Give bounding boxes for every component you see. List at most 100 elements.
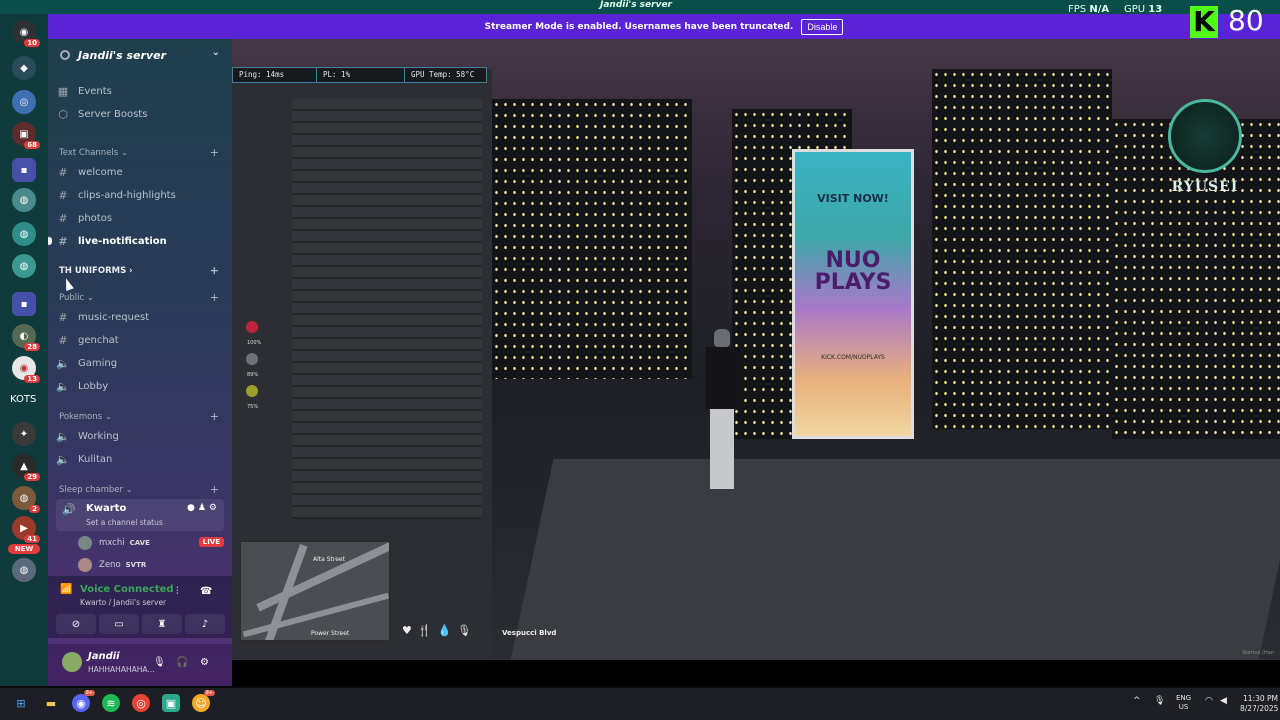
gear-icon[interactable]: ⚙	[200, 657, 209, 668]
wifi-icon[interactable]: ◠	[1205, 696, 1213, 706]
avatar[interactable]	[62, 652, 82, 672]
game-viewport[interactable]: VISIT NOW! NUO PLAYS KICK.COM/NUOPLAYS R…	[232, 39, 1280, 660]
health-level: 100%	[247, 340, 262, 346]
rooftop-ledge	[510, 459, 1280, 660]
add-channel-icon[interactable]: +	[210, 264, 219, 277]
ping-readout: Ping: 14ms	[233, 68, 317, 82]
voice-channel-working[interactable]: 🔈 Working	[56, 426, 224, 446]
app-icon[interactable]: ▣	[162, 694, 180, 712]
user-tag: CAVE	[129, 539, 150, 547]
soundboard-button[interactable]: ♪	[185, 614, 225, 634]
channel-welcome[interactable]: # welcome	[56, 162, 224, 182]
screen-share-button[interactable]: ▭	[99, 614, 139, 634]
channel-status-prompt[interactable]: Set a channel status	[86, 518, 163, 527]
voice-channel-gaming[interactable]: 🔈 Gaming	[56, 353, 224, 373]
language-indicator[interactable]: ENG US	[1176, 694, 1191, 712]
server-name: Jandii's server	[78, 48, 166, 62]
category-sleep-chamber[interactable]: Sleep chamber ⌄ +	[59, 483, 219, 497]
sidebar-item-events[interactable]: ▦ Events	[56, 81, 224, 101]
server-icon[interactable]: ◍	[12, 254, 36, 278]
sidebar-item-server-boosts[interactable]: ⬡ Server Boosts	[56, 104, 224, 124]
voice-channel-lobby[interactable]: 🔈 Lobby	[56, 376, 224, 396]
rail-badge: 2	[29, 505, 40, 513]
user-status: HAHHAHAHAHA...	[88, 665, 155, 674]
stamina-level: 75%	[247, 404, 259, 410]
channel-photos[interactable]: # photos	[56, 208, 224, 228]
server-icon[interactable]: ◉ 13	[12, 356, 40, 383]
chevron-up-icon[interactable]: ^	[1133, 696, 1141, 706]
rail-badge: 10	[24, 39, 40, 47]
add-channel-icon[interactable]: +	[210, 410, 219, 423]
kick-logo: K	[1190, 6, 1218, 38]
live-badge: LIVE	[198, 537, 224, 547]
street-name: Vespucci Blvd	[502, 629, 557, 637]
disable-streamer-mode-button[interactable]: Disable	[801, 18, 844, 35]
hash-icon: #	[58, 234, 68, 248]
hash-icon: #	[58, 188, 68, 202]
category-th-uniforms[interactable]: TH UNIFORMS › +	[59, 264, 219, 278]
server-icon[interactable]: ◐ 28	[12, 324, 40, 351]
voice-channel-kwarto[interactable]: 🔊 Kwarto Set a channel status ●♟⚙	[56, 499, 224, 531]
gpu-temp-readout: GPU Temp: 58°C	[411, 70, 475, 79]
stamina-icon	[246, 385, 258, 397]
sidebar-item-label: Events	[78, 85, 112, 97]
spotify-icon[interactable]: ≋	[102, 694, 120, 712]
minimap: Alta Street Power Street	[240, 541, 390, 641]
volume-icon[interactable]: ◀	[1220, 696, 1227, 706]
category-public[interactable]: Public ⌄ +	[59, 291, 219, 305]
disconnect-icon[interactable]: ☎	[200, 586, 212, 597]
rail-badge: 41	[24, 535, 40, 543]
chrome-icon[interactable]: ◎	[132, 694, 150, 712]
add-channel-icon[interactable]: +	[210, 483, 219, 496]
server-icon[interactable]: ▲ 29	[12, 454, 40, 481]
home-discord-icon[interactable]: ◉ 10	[12, 20, 40, 47]
channel-label: Gaming	[78, 357, 118, 369]
file-explorer-icon[interactable]: ▬	[42, 694, 60, 712]
add-channel-icon[interactable]: +	[210, 146, 219, 159]
server-icon[interactable]: ▶ 41	[12, 516, 40, 543]
hash-icon: #	[58, 333, 68, 347]
packet-loss-readout: PL: 1%	[317, 68, 405, 82]
noise-suppression-icon[interactable]: ⫶	[176, 586, 179, 597]
server-icon[interactable]: ◍	[12, 558, 36, 582]
channel-action-icons[interactable]: ●♟⚙	[187, 503, 220, 513]
server-icon[interactable]: ◎	[12, 90, 36, 114]
server-header[interactable]: Jandii's server ⌄	[48, 39, 232, 71]
microphone-tray-icon[interactable]: 🎙	[1154, 696, 1165, 706]
streamer-mode-banner: Streamer Mode is enabled. Usernames have…	[48, 14, 1280, 39]
window-top-strip: Jandii's server FPS N/A GPU 13	[0, 0, 1280, 15]
channel-live-notification[interactable]: # live-notification	[56, 231, 224, 251]
category-text-channels[interactable]: Text Channels ⌄ +	[59, 146, 219, 160]
server-icon[interactable]: ◍ 2	[12, 486, 40, 513]
channel-clips-and-highlights[interactable]: # clips-and-highlights	[56, 185, 224, 205]
server-badge-icon	[60, 50, 70, 60]
server-icon[interactable]: ◆	[12, 56, 36, 80]
app-icon[interactable]: ☺ 9+	[192, 690, 215, 712]
hash-icon: #	[58, 165, 68, 179]
kots-server-label[interactable]: KOTS	[10, 394, 36, 405]
server-icon[interactable]: ◍	[12, 222, 36, 246]
server-icon[interactable]: ▣ 68	[12, 122, 40, 149]
voice-user[interactable]: mxchi CAVE	[78, 534, 150, 552]
food-icon: 🍴	[417, 624, 432, 637]
add-channel-icon[interactable]: +	[210, 291, 219, 304]
user-name: Jandii	[88, 651, 120, 662]
camera-off-button[interactable]: ⊘	[56, 614, 96, 634]
channel-music-request[interactable]: # music-request	[56, 307, 224, 327]
headphones-icon[interactable]: 🎧	[176, 657, 188, 668]
folder-icon[interactable]: ▪	[12, 292, 36, 316]
channel-genchat[interactable]: # genchat	[56, 330, 224, 350]
voice-user[interactable]: Zeno SVTR	[78, 556, 146, 574]
category-pokemons[interactable]: Pokemons ⌄ +	[59, 410, 219, 424]
windows-start-icon[interactable]: ⊞	[12, 694, 30, 712]
dragon-icon	[1168, 99, 1242, 173]
clock[interactable]: 11:30 PM 8/27/2025	[1240, 694, 1278, 714]
voice-channel-kulitan[interactable]: 🔈 Kulitan	[56, 449, 224, 469]
activities-button[interactable]: ♜	[142, 614, 182, 634]
discord-taskbar-icon[interactable]: ◉ 9+	[72, 690, 95, 712]
rail-badge: 68	[24, 141, 40, 149]
server-icon[interactable]: ✦	[12, 422, 36, 446]
microphone-icon[interactable]: 🎙	[153, 657, 166, 668]
server-icon[interactable]: ◍	[12, 188, 36, 212]
folder-icon[interactable]: ▪	[12, 158, 36, 182]
